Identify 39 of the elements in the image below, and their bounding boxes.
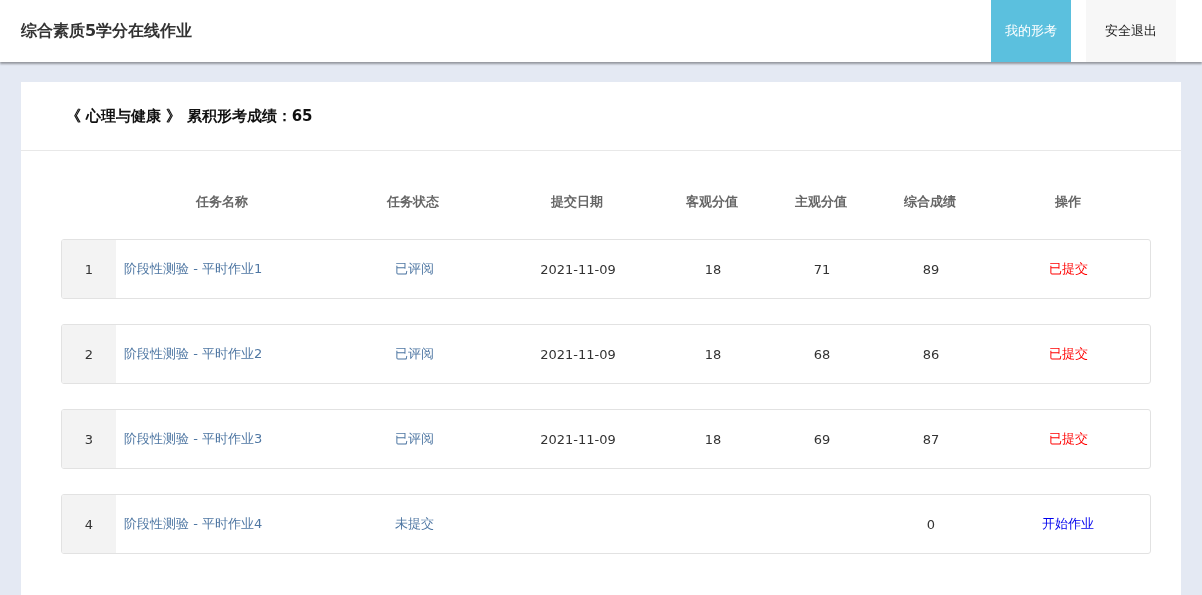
submit-date: 2021-11-09: [540, 261, 616, 277]
column-header: 客观分值: [685, 193, 739, 211]
subjective-score: 71: [813, 261, 831, 277]
total-score: 89: [922, 261, 940, 277]
task-status: 已评阅: [393, 430, 435, 448]
subjective-score: 68: [813, 346, 831, 362]
column-header: 提交日期: [550, 193, 604, 211]
row-number: 4: [62, 495, 116, 553]
total-score: 86: [922, 346, 940, 362]
task-name: 阶段性测验 - 平时作业4: [123, 515, 264, 533]
submit-date: 2021-11-09: [540, 431, 616, 447]
task-name: 阶段性测验 - 平时作业3: [123, 430, 264, 448]
start-link[interactable]: 开始作业: [1042, 515, 1094, 533]
task-name: 阶段性测验 - 平时作业1: [123, 260, 264, 278]
submitted-label: 已提交: [1048, 345, 1088, 363]
task-status: 已评阅: [393, 260, 435, 278]
total-score: 0: [926, 516, 936, 532]
submitted-label: 已提交: [1048, 430, 1088, 448]
task-status: 未提交: [393, 515, 435, 533]
objective-score: 18: [704, 261, 722, 277]
objective-score: 18: [704, 346, 722, 362]
column-header: 综合成绩: [903, 193, 957, 211]
column-header: 操作: [1054, 193, 1082, 211]
task-status: 已评阅: [393, 345, 435, 363]
total-score: 87: [922, 431, 940, 447]
task-name: 阶段性测验 - 平时作业2: [123, 345, 264, 363]
objective-score: 18: [704, 431, 722, 447]
app-title: 综合素质5学分在线作业: [21, 20, 193, 42]
course-heading: 《 心理与健康 》 累积形考成绩：65: [66, 106, 313, 126]
submit-date: 2021-11-09: [540, 346, 616, 362]
nav-button[interactable]: 安全退出: [1086, 0, 1176, 62]
submitted-label: 已提交: [1048, 260, 1088, 278]
column-header: 任务状态: [385, 193, 440, 211]
column-header: 任务名称: [194, 193, 249, 211]
row-number: 3: [62, 410, 116, 468]
column-header: 主观分值: [794, 193, 848, 211]
subjective-score: 69: [813, 431, 831, 447]
row-number: 2: [62, 325, 116, 383]
row-number: 1: [62, 240, 116, 298]
